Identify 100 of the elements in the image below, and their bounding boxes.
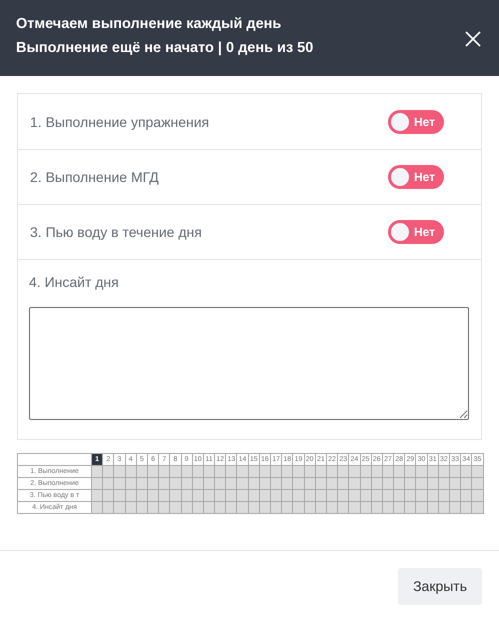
day-cell xyxy=(472,490,484,502)
day-cell xyxy=(260,502,271,514)
modal-title: Отмечаем выполнение каждый день xyxy=(16,15,282,33)
day-cell xyxy=(293,466,305,478)
day-cell xyxy=(304,490,316,502)
day-cell xyxy=(126,466,137,478)
day-cell xyxy=(248,478,260,490)
day-cell xyxy=(148,502,160,514)
day-cell xyxy=(260,490,271,502)
day-cell xyxy=(360,478,372,490)
day-cell xyxy=(349,490,360,502)
day-cell xyxy=(204,490,216,502)
day-cell xyxy=(304,502,316,514)
day-cell xyxy=(282,466,294,478)
item-label: 3. Пью воду в течение дня xyxy=(30,224,202,240)
day-cell xyxy=(372,466,383,478)
day-cell xyxy=(237,502,249,514)
day-cell xyxy=(461,478,472,490)
day-cell xyxy=(204,502,216,514)
day-cell xyxy=(461,502,472,514)
toggle-switch[interactable]: Нет xyxy=(388,165,444,189)
day-cell xyxy=(182,490,193,502)
day-cell xyxy=(338,502,350,514)
day-cell xyxy=(271,490,282,502)
day-cell xyxy=(438,466,450,478)
insight-field[interactable] xyxy=(29,307,469,420)
day-cell xyxy=(248,502,260,514)
day-cell xyxy=(428,478,439,490)
day-cell xyxy=(126,502,137,514)
day-cell xyxy=(170,478,182,490)
day-cell xyxy=(416,502,428,514)
day-cell xyxy=(372,478,383,490)
day-cell xyxy=(103,466,114,478)
day-cell xyxy=(316,478,327,490)
day-cell xyxy=(438,490,450,502)
day-cell xyxy=(192,478,204,490)
day-cell xyxy=(450,502,462,514)
day-cell xyxy=(170,466,182,478)
day-cell xyxy=(394,478,406,490)
day-cell xyxy=(293,490,305,502)
item-label: 2. Выполнение МГД xyxy=(30,169,159,185)
day-cell xyxy=(182,466,193,478)
toggle-switch[interactable]: Нет xyxy=(388,220,444,244)
day-cell xyxy=(226,466,238,478)
day-cell xyxy=(326,466,338,478)
day-cell xyxy=(293,478,305,490)
day-cell xyxy=(170,502,182,514)
day-cell xyxy=(372,490,383,502)
day-cell xyxy=(159,478,170,490)
close-icon[interactable] xyxy=(463,29,483,49)
day-cell xyxy=(438,502,450,514)
day-cell xyxy=(248,490,260,502)
day-cell xyxy=(126,478,137,490)
day-cell xyxy=(148,466,160,478)
day-cell xyxy=(428,502,439,514)
day-cell xyxy=(372,502,383,514)
day-cell xyxy=(159,502,170,514)
day-cell xyxy=(271,466,282,478)
day-cell xyxy=(472,478,484,490)
day-cell xyxy=(338,466,350,478)
day-cell xyxy=(215,502,226,514)
day-cell xyxy=(416,478,428,490)
day-cell xyxy=(126,490,137,502)
day-cell xyxy=(148,478,160,490)
day-cell xyxy=(237,478,249,490)
day-cell xyxy=(360,490,372,502)
day-cell xyxy=(338,490,350,502)
close-button[interactable]: Закрыть xyxy=(398,568,482,604)
day-cell xyxy=(472,502,484,514)
day-cell xyxy=(316,466,327,478)
progress-status: Выполнение ещё не начато | 0 день из 50 xyxy=(16,39,314,57)
day-cell xyxy=(394,490,406,502)
day-cell xyxy=(450,478,462,490)
day-cell xyxy=(260,466,271,478)
day-cell xyxy=(428,466,439,478)
day-cell xyxy=(92,466,104,478)
day-cell xyxy=(92,478,104,490)
day-cell xyxy=(182,478,193,490)
day-cell xyxy=(282,502,294,514)
day-cell xyxy=(271,478,282,490)
day-cell xyxy=(271,502,282,514)
toggle-switch[interactable]: Нет xyxy=(388,110,444,134)
day-cell xyxy=(204,466,216,478)
day-cell xyxy=(215,478,226,490)
day-cell xyxy=(136,490,148,502)
day-cell xyxy=(382,466,394,478)
day-cell xyxy=(360,502,372,514)
day-cell xyxy=(450,490,462,502)
day-cell xyxy=(450,466,462,478)
item-label: 1. Выполнение упражнения xyxy=(30,114,210,130)
day-cell xyxy=(360,466,372,478)
day-cell xyxy=(326,502,338,514)
day-cell xyxy=(226,490,238,502)
day-cell xyxy=(349,478,360,490)
day-cell xyxy=(316,502,327,514)
day-cell xyxy=(304,466,316,478)
day-cell xyxy=(103,502,114,514)
day-cell xyxy=(405,466,416,478)
day-cell xyxy=(405,490,416,502)
day-cell xyxy=(148,490,160,502)
